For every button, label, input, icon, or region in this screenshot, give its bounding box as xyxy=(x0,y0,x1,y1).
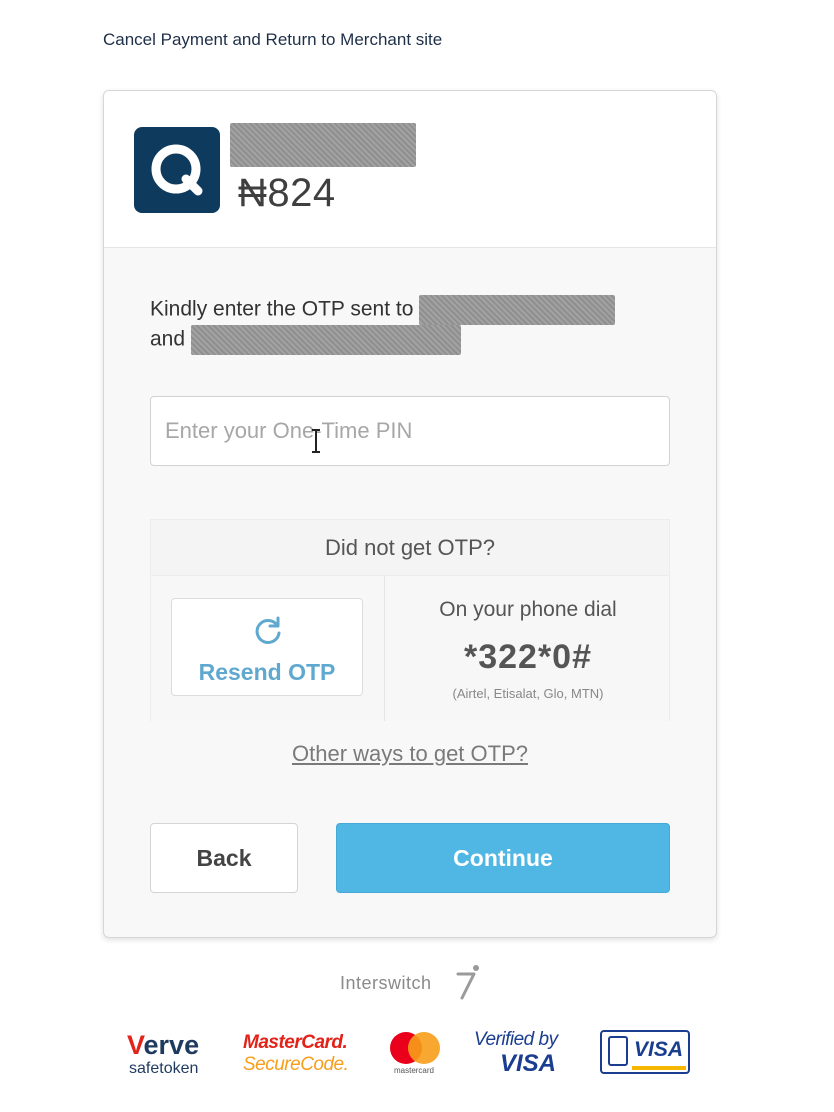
otp-input[interactable] xyxy=(150,396,670,466)
verve-wordmark: Verve xyxy=(127,1030,200,1060)
ussd-code: *322*0# xyxy=(463,638,592,676)
dial-label: On your phone dial xyxy=(439,598,617,621)
mastercard-logo: mastercard xyxy=(384,1026,444,1082)
back-button[interactable]: Back xyxy=(150,823,298,893)
instruction-text: Kindly enter the OTP sent to xyxy=(150,297,414,321)
supported-networks: (Airtel, Etisalat, Glo, MTN) xyxy=(452,686,604,701)
verified-by-text: Verified by xyxy=(474,1029,558,1050)
panel-divider xyxy=(384,576,385,721)
text-cursor-icon xyxy=(312,429,320,453)
otp-help-body: Resend OTP On your phone dial *322*0# (A… xyxy=(151,575,669,721)
verve-subtitle: safetoken xyxy=(129,1060,199,1077)
otp-instruction: Kindly enter the OTP sent to and xyxy=(150,295,690,355)
mastercard-word: MasterCard. xyxy=(243,1032,348,1053)
verified-by-visa-badge: Verified by VISA xyxy=(474,1026,570,1082)
resend-otp-button[interactable]: Resend OTP xyxy=(171,598,363,696)
interswitch-mark-icon xyxy=(456,965,479,1000)
mastercard-circles-icon xyxy=(390,1032,440,1064)
phone-icon xyxy=(608,1036,628,1066)
visa-text: VISA xyxy=(500,1050,557,1077)
visa-stripe xyxy=(632,1066,686,1070)
continue-button[interactable]: Continue xyxy=(336,823,670,893)
otp-help-panel: Did not get OTP? Resend OTP On your phon… xyxy=(150,519,670,721)
interswitch-wordmark: Interswitch xyxy=(340,973,432,993)
refresh-icon xyxy=(255,616,281,644)
q-logo-icon xyxy=(134,127,220,213)
redacted-contact xyxy=(190,325,461,355)
redacted-contact xyxy=(419,295,616,325)
merchant-header: ₦824 xyxy=(104,91,716,248)
verve-safetoken-badge: Verve safetoken xyxy=(127,1026,217,1082)
mastercard-small-word: mastercard xyxy=(393,1066,434,1075)
other-ways-otp-link[interactable]: Other ways to get OTP? xyxy=(104,741,716,767)
interswitch-logo: Interswitch xyxy=(340,965,500,1002)
securecode-word: SecureCode. xyxy=(243,1054,349,1075)
otp-help-title: Did not get OTP? xyxy=(325,535,495,560)
payment-card: ₦824 Kindly enter the OTP sent to and Di… xyxy=(103,90,717,938)
cancel-payment-link[interactable]: Cancel Payment and Return to Merchant si… xyxy=(103,30,442,50)
resend-otp-label: Resend OTP xyxy=(198,659,336,685)
visa-frame: VISA xyxy=(600,1030,690,1074)
visa-wordmark: VISA xyxy=(634,1038,684,1061)
mastercard-securecode-badge: MasterCard. SecureCode. xyxy=(243,1026,355,1082)
instruction-and: and xyxy=(150,327,186,351)
merchant-name-redacted xyxy=(230,123,416,167)
payment-amount: ₦824 xyxy=(238,171,336,215)
visa-badge: VISA xyxy=(600,1026,692,1082)
